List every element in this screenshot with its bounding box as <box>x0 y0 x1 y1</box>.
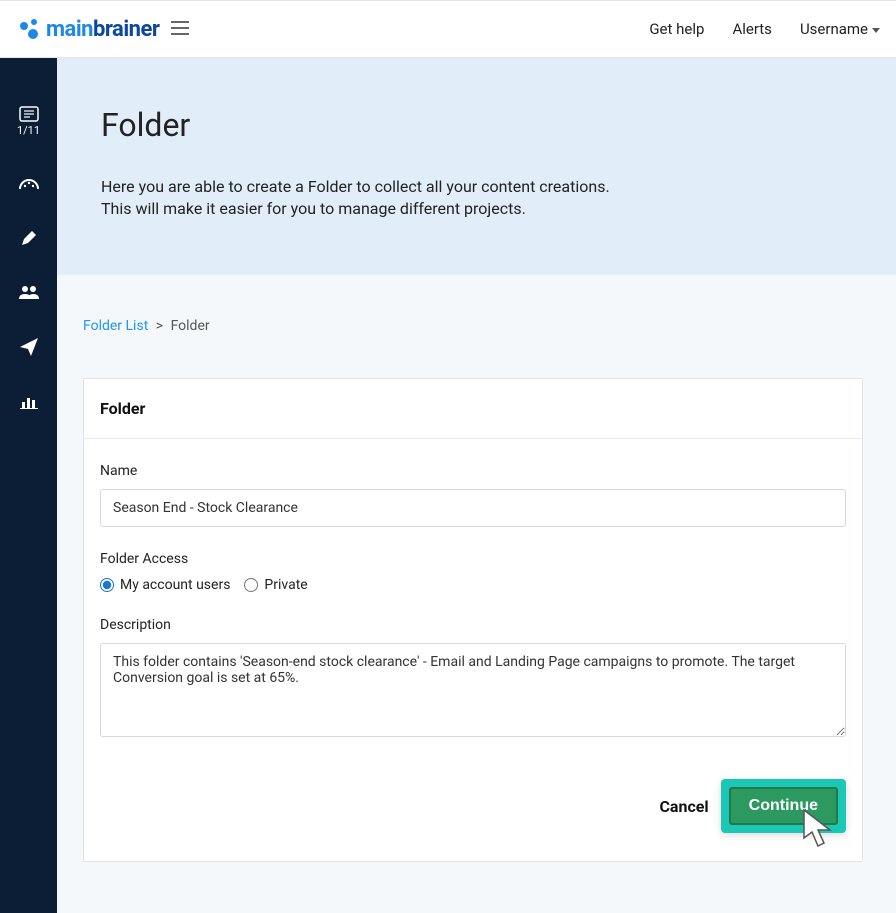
chevron-down-icon <box>872 28 880 33</box>
sidebar: 1/11 <box>0 58 57 913</box>
logo[interactable]: mainbrainer <box>16 17 159 42</box>
name-label: Name <box>100 463 846 479</box>
paper-plane-icon <box>19 337 39 357</box>
continue-highlight: Continue <box>721 779 846 833</box>
description-label: Description <box>100 617 846 633</box>
radio-account-users[interactable]: My account users <box>100 577 230 593</box>
folder-access-label: Folder Access <box>100 551 846 567</box>
menu-icon[interactable] <box>171 20 189 39</box>
radio-private-input[interactable] <box>244 578 258 592</box>
alerts-link[interactable]: Alerts <box>732 20 772 38</box>
gauge-icon <box>18 175 40 191</box>
logo-dots-icon <box>16 17 40 41</box>
radio-account-users-label: My account users <box>120 577 230 593</box>
radio-private-label: Private <box>264 577 307 593</box>
card-header: Folder <box>84 379 862 439</box>
cancel-button[interactable]: Cancel <box>659 797 708 816</box>
sidebar-item-reports[interactable] <box>20 395 38 409</box>
breadcrumb-current: Folder <box>171 318 210 334</box>
sidebar-item-dashboard[interactable] <box>18 175 40 191</box>
username-label: Username <box>800 20 868 38</box>
logo-text: mainbrainer <box>46 17 159 42</box>
sidebar-item-create[interactable] <box>20 229 38 247</box>
sidebar-item-users[interactable] <box>18 285 40 299</box>
radio-private[interactable]: Private <box>244 577 307 593</box>
page-banner: Folder Here you are able to create a Fol… <box>57 58 896 275</box>
banner-text-1: Here you are able to create a Folder to … <box>101 176 852 198</box>
banner-text-2: This will make it easier for you to mana… <box>101 198 852 220</box>
breadcrumb-folder-list[interactable]: Folder List <box>83 318 148 334</box>
breadcrumb-sep: > <box>156 318 163 334</box>
progress-label: 1/11 <box>17 124 40 137</box>
breadcrumb: Folder List > Folder <box>83 318 210 334</box>
user-menu[interactable]: Username <box>800 20 880 38</box>
checklist-icon <box>19 106 39 122</box>
bar-chart-icon <box>20 395 38 409</box>
radio-account-users-input[interactable] <box>100 578 114 592</box>
sidebar-item-send[interactable] <box>19 337 39 357</box>
sidebar-item-progress[interactable]: 1/11 <box>17 106 40 137</box>
description-textarea[interactable]: This folder contains 'Season-end stock c… <box>100 643 846 737</box>
users-icon <box>18 285 40 299</box>
continue-button[interactable]: Continue <box>729 787 838 825</box>
folder-card: Folder Name Folder Access My account use… <box>83 378 863 862</box>
pencil-icon <box>20 229 38 247</box>
name-input[interactable] <box>100 489 846 527</box>
get-help-link[interactable]: Get help <box>649 20 704 38</box>
topbar: mainbrainer Get help Alerts Username <box>0 0 896 58</box>
page-title: Folder <box>101 106 852 144</box>
